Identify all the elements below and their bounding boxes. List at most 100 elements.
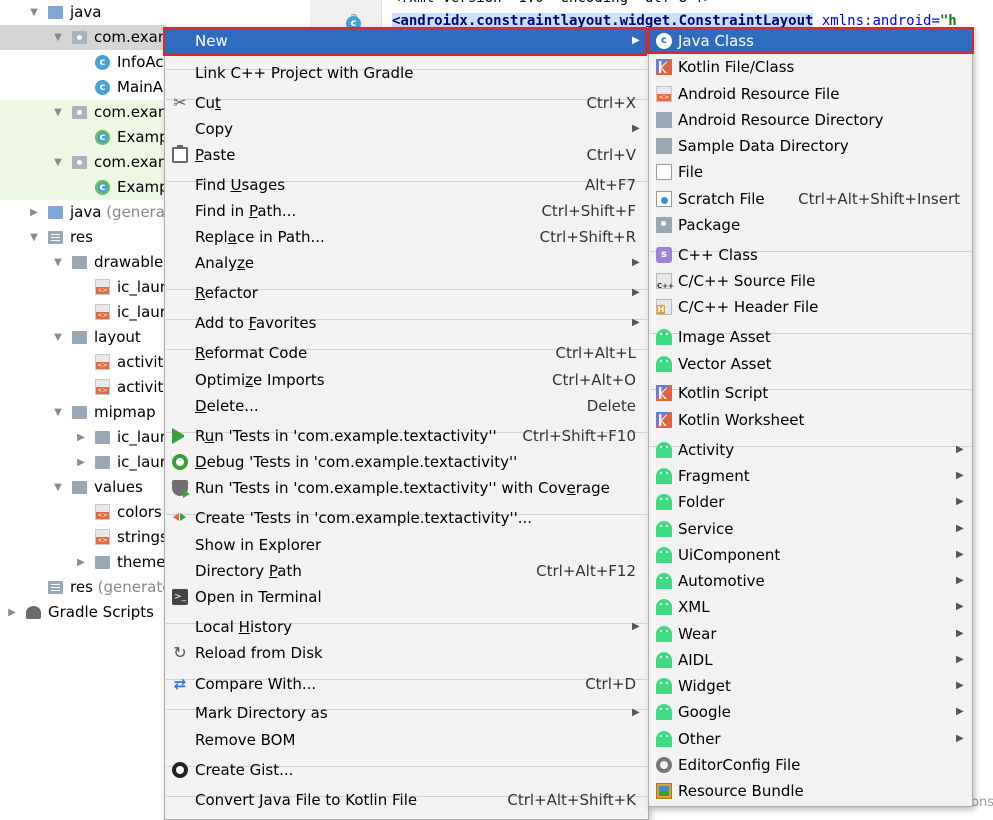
new-submenu-item-kotlin-file-class[interactable]: Kotlin File/Class (649, 54, 972, 80)
context-menu-item-remove-bom[interactable]: Remove BOM (165, 727, 648, 753)
new-submenu-item-vector-asset[interactable]: Vector Asset (649, 351, 972, 377)
context-menu-item-link-c-project-with-gradle[interactable]: Link C++ Project with Gradle (165, 60, 648, 86)
tree-node-ic-laur[interactable]: ▶ ic_laur (0, 425, 166, 450)
tree-node-layout[interactable]: ▼ layout (0, 325, 166, 350)
context-menu-item-show-in-explorer[interactable]: Show in Explorer (165, 532, 648, 558)
new-submenu-item-java-class[interactable]: c Java Class (649, 28, 972, 54)
new-submenu-item-c-c-source-file[interactable]: C++ C/C++ Source File (649, 268, 972, 294)
context-menu-item-debug-tests-in-com-example-textactivity[interactable]: Debug 'Tests in 'com.example.textactivit… (165, 449, 648, 475)
context-menu-item-run-tests-in-com-example-textactivity-with-coverage[interactable]: Run 'Tests in 'com.example.textactivity'… (165, 475, 648, 501)
context-menu-item-reload-from-disk[interactable]: ↻ Reload from Disk (165, 640, 648, 666)
tree-node-java[interactable]: ▶ java (generat (0, 200, 166, 225)
new-submenu-item-folder[interactable]: Folder ▶ (649, 489, 972, 515)
new-submenu-item-file[interactable]: File (649, 159, 972, 185)
context-menu-item-mark-directory-as[interactable]: Mark Directory as ▶ (165, 700, 648, 726)
new-submenu-item-google[interactable]: Google ▶ (649, 699, 972, 725)
context-menu-item-analyze[interactable]: Analyze ▶ (165, 250, 648, 276)
new-submenu-item-android-resource-directory[interactable]: Android Resource Directory (649, 107, 972, 133)
expanded-arrow-icon[interactable]: ▼ (52, 25, 64, 50)
context-menu-item-delete[interactable]: Delete... Delete (165, 393, 648, 419)
tree-node-res[interactable]: ▼ res (0, 225, 166, 250)
context-menu-item-convert-java-file-to-kotlin-file[interactable]: Convert Java File to Kotlin File Ctrl+Alt… (165, 787, 648, 813)
project-tree[interactable]: ▼ java ▼ com.exan c InfoAc c MainA ▼ com.exan c Exa… (0, 0, 166, 820)
new-submenu-item-activity[interactable]: Activity ▶ (649, 437, 972, 463)
new-submenu-item-c-c-header-file[interactable]: C/C++ Header File (649, 294, 972, 320)
tree-node-ic-laur[interactable]: ic_laur (0, 275, 166, 300)
collapsed-arrow-icon[interactable]: ▶ (75, 450, 87, 475)
new-submenu-item-xml[interactable]: XML ▶ (649, 594, 972, 620)
collapsed-arrow-icon[interactable]: ▶ (75, 425, 87, 450)
context-menu-item-add-to-favorites[interactable]: Add to Favorites ▶ (165, 310, 648, 336)
context-menu-item-create-tests-in-com-example-textactivity[interactable]: Create 'Tests in 'com.example.textactivi… (165, 505, 648, 531)
expanded-arrow-icon[interactable]: ▼ (28, 0, 40, 25)
expanded-arrow-icon[interactable]: ▼ (52, 400, 64, 425)
expanded-arrow-icon[interactable]: ▼ (52, 100, 64, 125)
tree-node-theme[interactable]: ▶ theme (0, 550, 166, 575)
new-submenu-item-resource-bundle[interactable]: Resource Bundle (649, 778, 972, 804)
new-submenu-item-scratch-file[interactable]: Scratch File Ctrl+Alt+Shift+Insert (649, 186, 972, 212)
context-menu-item-local-history[interactable]: Local History ▶ (165, 614, 648, 640)
expanded-arrow-icon[interactable]: ▼ (52, 325, 64, 350)
tree-node-strings[interactable]: strings (0, 525, 166, 550)
tree-node-colors[interactable]: colors (0, 500, 166, 525)
tree-node-infoac[interactable]: c InfoAc (0, 50, 166, 75)
new-submenu-item-kotlin-script[interactable]: Kotlin Script (649, 380, 972, 406)
tree-node-java[interactable]: ▼ java (0, 0, 166, 25)
new-submenu-item-image-asset[interactable]: Image Asset (649, 324, 972, 350)
collapsed-arrow-icon[interactable]: ▶ (28, 200, 40, 225)
new-submenu-item-uicomponent[interactable]: UiComponent ▶ (649, 542, 972, 568)
new-submenu-item-aidl[interactable]: AIDL ▶ (649, 647, 972, 673)
tree-node-activity[interactable]: activity (0, 350, 166, 375)
tree-node-gradle-scripts[interactable]: ▶ Gradle Scripts (0, 600, 166, 625)
context-menu-item-copy[interactable]: Copy ▶ (165, 116, 648, 142)
context-menu-item-open-in-terminal[interactable]: >_ Open in Terminal (165, 584, 648, 610)
context-menu-item-compare-with[interactable]: ⇄ Compare With... Ctrl+D (165, 671, 648, 697)
tree-node-examp[interactable]: c Examp (0, 125, 166, 150)
tree-node-drawable[interactable]: ▼ drawable (0, 250, 166, 275)
tree-node-ic-laur[interactable]: ic_laur (0, 300, 166, 325)
new-submenu-item-service[interactable]: Service ▶ (649, 516, 972, 542)
new-submenu-item-kotlin-worksheet[interactable]: Kotlin Worksheet (649, 407, 972, 433)
context-menu-item-directory-path[interactable]: Directory Path Ctrl+Alt+F12 (165, 558, 648, 584)
expanded-arrow-icon[interactable]: ▼ (52, 250, 64, 275)
context-menu-item-find-in-path[interactable]: Find in Path... Ctrl+Shift+F (165, 198, 648, 224)
collapsed-arrow-icon[interactable]: ▶ (75, 550, 87, 575)
context-menu-item-replace-in-path[interactable]: Replace in Path... Ctrl+Shift+R (165, 224, 648, 250)
context-menu-item-reformat-code[interactable]: Reformat Code Ctrl+Alt+L (165, 340, 648, 366)
context-menu-item-run-tests-in-com-example-textactivity[interactable]: Run 'Tests in 'com.example.textactivity'… (165, 423, 648, 449)
tree-node-maina[interactable]: c MainA (0, 75, 166, 100)
tree-node-text: ic_laur (117, 428, 166, 446)
tree-node-com-exan[interactable]: ▼ com.exan (0, 150, 166, 175)
tree-node-ic-laur[interactable]: ▶ ic_laur (0, 450, 166, 475)
context-menu-item-paste[interactable]: Paste Ctrl+V (165, 142, 648, 168)
tree-node-com-exan[interactable]: ▼ com.exan (0, 100, 166, 125)
tree-node-com-exan[interactable]: ▼ com.exan (0, 25, 166, 50)
context-menu-item-cut[interactable]: ✂ Cut Ctrl+X (165, 90, 648, 116)
new-submenu-item-widget[interactable]: Widget ▶ (649, 673, 972, 699)
collapsed-arrow-icon[interactable]: ▶ (6, 600, 18, 625)
tree-node-examp[interactable]: c Examp (0, 175, 166, 200)
expanded-arrow-icon[interactable]: ▼ (52, 150, 64, 175)
tree-node-label: activity (117, 375, 166, 400)
new-submenu-item-sample-data-directory[interactable]: Sample Data Directory (649, 133, 972, 159)
new-submenu-item-c-class[interactable]: s C++ Class (649, 242, 972, 268)
new-submenu-item-fragment[interactable]: Fragment ▶ (649, 463, 972, 489)
tree-node-mipmap[interactable]: ▼ mipmap (0, 400, 166, 425)
new-submenu-item-android-resource-file[interactable]: Android Resource File (649, 81, 972, 107)
new-submenu-item-wear[interactable]: Wear ▶ (649, 621, 972, 647)
tree-node-res[interactable]: res (generate (0, 575, 166, 600)
expanded-arrow-icon[interactable]: ▼ (28, 225, 40, 250)
new-submenu-item-other[interactable]: Other ▶ (649, 726, 972, 752)
context-menu-item-optimize-imports[interactable]: Optimize Imports Ctrl+Alt+O (165, 367, 648, 393)
expanded-arrow-icon[interactable]: ▼ (52, 475, 64, 500)
new-submenu-item-editorconfig-file[interactable]: EditorConfig File (649, 752, 972, 778)
context-menu-item-find-usages[interactable]: Find Usages Alt+F7 (165, 172, 648, 198)
tree-node-values[interactable]: ▼ values (0, 475, 166, 500)
context-menu-item-new[interactable]: New ▶ (165, 28, 648, 54)
context-menu-item-refactor[interactable]: Refactor ▶ (165, 280, 648, 306)
xml-icon (95, 354, 110, 370)
new-submenu-item-package[interactable]: Package (649, 212, 972, 238)
new-submenu-item-automotive[interactable]: Automotive ▶ (649, 568, 972, 594)
context-menu-item-create-gist[interactable]: Create Gist... (165, 757, 648, 783)
tree-node-activity[interactable]: activity (0, 375, 166, 400)
